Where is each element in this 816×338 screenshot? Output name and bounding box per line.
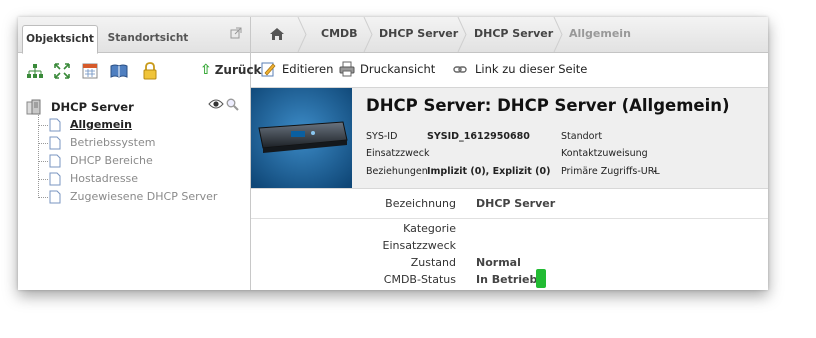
breadcrumb-allgemein: Allgemein bbox=[569, 27, 631, 40]
zustand-label: Zustand bbox=[410, 256, 456, 269]
tree-toolbar: ⇧ Zurück bbox=[18, 53, 262, 89]
cmdb-status-label: CMDB-Status bbox=[383, 273, 456, 286]
tree-item-label: Hostadresse bbox=[70, 172, 139, 185]
breadcrumb-separator bbox=[363, 17, 373, 52]
action-bar: Editieren Druckansicht Link zu dieser Se… bbox=[251, 53, 768, 88]
tree-item-dhcp-bereiche[interactable]: DHCP Bereiche bbox=[38, 153, 238, 169]
tree-item-label: DHCP Bereiche bbox=[70, 154, 153, 167]
edit-button[interactable]: Editieren bbox=[261, 62, 341, 78]
tab-standortsicht[interactable]: Standortsicht bbox=[100, 25, 196, 52]
bezeichnung-label: Bezeichnung bbox=[385, 197, 456, 210]
field-einsatzzweck: Einsatzzweck bbox=[251, 236, 768, 254]
calendar-icon[interactable] bbox=[81, 62, 99, 80]
server-icon bbox=[26, 99, 41, 115]
breadcrumb: CMDB DHCP Server DHCP Server Allgemein bbox=[251, 17, 768, 53]
breadcrumb-dhcp-server-object[interactable]: DHCP Server bbox=[474, 27, 553, 40]
primary-url-label: Primäre Zugriffs-URL bbox=[561, 166, 660, 177]
breadcrumb-separator bbox=[297, 17, 307, 52]
edit-label: Editieren bbox=[282, 62, 334, 76]
field-zustand: Zustand Normal bbox=[251, 253, 768, 271]
eye-icon[interactable] bbox=[208, 98, 224, 110]
up-arrow-icon: ⇧ bbox=[200, 62, 212, 78]
book-icon[interactable] bbox=[110, 62, 128, 80]
printer-icon bbox=[339, 61, 355, 77]
cmdb-status-value: In Betrieb bbox=[476, 273, 538, 286]
tree-item-label: Betriebssystem bbox=[70, 136, 156, 149]
link-to-page-button[interactable]: Link zu dieser Seite bbox=[453, 62, 587, 78]
server-device-image bbox=[251, 88, 352, 188]
breadcrumb-dhcp-server-type[interactable]: DHCP Server bbox=[379, 27, 458, 40]
link-icon bbox=[453, 66, 467, 73]
sysid-label: SYS-ID bbox=[366, 131, 398, 142]
print-view-label: Druckansicht bbox=[360, 62, 436, 76]
field-cmdb-status: CMDB-Status In Betrieb bbox=[251, 269, 768, 288]
breadcrumb-separator bbox=[553, 17, 563, 52]
relations-label: Beziehungen bbox=[366, 166, 428, 177]
bezeichnung-value: DHCP Server bbox=[476, 197, 556, 210]
view-tabbar: Objektsicht Standortsicht bbox=[18, 17, 250, 54]
breadcrumb-cmdb[interactable]: CMDB bbox=[321, 27, 358, 40]
primary-url-value: - bbox=[653, 166, 657, 177]
hierarchy-icon[interactable] bbox=[26, 62, 44, 80]
document-icon bbox=[49, 172, 61, 186]
document-icon bbox=[49, 118, 61, 132]
field-bezeichnung: Bezeichnung DHCP Server bbox=[251, 194, 768, 219]
tree-root-label: DHCP Server bbox=[51, 100, 134, 114]
status-color-indicator bbox=[536, 269, 546, 288]
contact-assignment-label: Kontaktzuweisung bbox=[561, 148, 648, 159]
object-header: DHCP Server: DHCP Server (Allgemein) SYS… bbox=[251, 88, 768, 189]
kategorie-label: Kategorie bbox=[403, 222, 456, 235]
tree-item-label: Allgemein bbox=[70, 118, 132, 131]
tree-item-betriebssystem[interactable]: Betriebssystem bbox=[38, 135, 238, 151]
magnifier-icon[interactable] bbox=[226, 98, 239, 111]
tree-item-allgemein[interactable]: Allgemein bbox=[38, 117, 238, 133]
tab-objektsicht[interactable]: Objektsicht bbox=[22, 25, 98, 54]
field-kategorie: Kategorie bbox=[251, 219, 768, 237]
left-panel: Objektsicht Standortsicht ⇧ Zurück DHCP … bbox=[18, 17, 262, 290]
breadcrumb-separator bbox=[457, 17, 467, 52]
tree-item-zugewiesene-dhcp-server[interactable]: Zugewiesene DHCP Server bbox=[38, 189, 238, 205]
edit-icon bbox=[261, 62, 276, 77]
zustand-value: Normal bbox=[476, 256, 521, 269]
lock-icon[interactable] bbox=[141, 62, 159, 80]
app-window: Objektsicht Standortsicht ⇧ Zurück DHCP … bbox=[18, 17, 768, 290]
link-to-page-label: Link zu dieser Seite bbox=[475, 62, 588, 76]
print-view-button[interactable]: Druckansicht bbox=[339, 61, 439, 78]
einsatzzweck-label: Einsatzzweck bbox=[382, 239, 457, 252]
sysid-value: SYSID_1612950680 bbox=[427, 131, 530, 142]
tree-item-label: Zugewiesene DHCP Server bbox=[70, 190, 218, 203]
content-panel: CMDB DHCP Server DHCP Server Allgemein E… bbox=[251, 17, 768, 290]
tree-item-hostadresse[interactable]: Hostadresse bbox=[38, 171, 238, 187]
home-icon[interactable] bbox=[269, 27, 285, 41]
document-icon bbox=[49, 136, 61, 150]
relations-value: Implizit (0), Explizit (0) bbox=[427, 166, 551, 177]
location-label: Standort bbox=[561, 131, 603, 142]
document-icon bbox=[49, 154, 61, 168]
page-title: DHCP Server: DHCP Server (Allgemein) bbox=[366, 96, 730, 115]
purpose-label: Einsatzzweck bbox=[366, 148, 430, 159]
popout-icon[interactable] bbox=[230, 27, 242, 39]
document-icon bbox=[49, 190, 61, 204]
expand-arrows-icon[interactable] bbox=[53, 62, 71, 80]
